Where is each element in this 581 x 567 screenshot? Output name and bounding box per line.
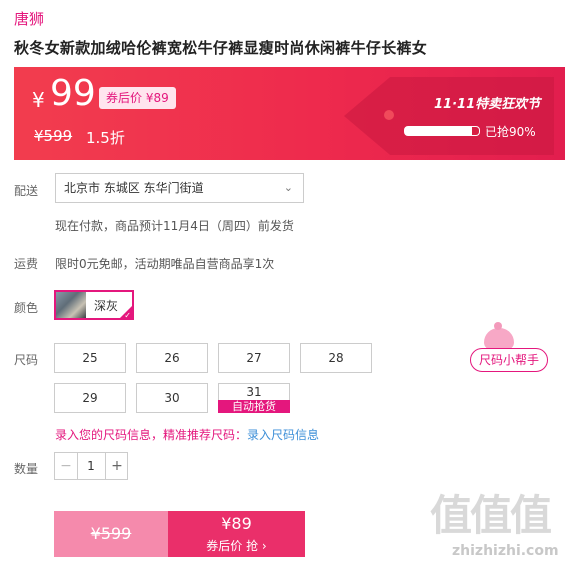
promo-title: 11·11特卖狂欢节 [434, 97, 541, 112]
coupon-price-badge: 券后价 ¥89 [99, 87, 176, 109]
buy-coupon-label: 券后价 抢 › [206, 539, 267, 553]
enter-size-link[interactable]: 录入尺码信息 [247, 428, 319, 442]
buy-original-price-button[interactable]: ¥599 [54, 511, 168, 557]
discount-label: 1.5折 [86, 129, 125, 147]
shipping-estimate: 现在付款，商品预计11月4日（周四）前发货 [55, 219, 294, 233]
watermark-logo: 值值值 [430, 491, 552, 540]
sold-progress-fill [405, 127, 472, 135]
quantity-input[interactable]: 1 [77, 453, 105, 479]
sold-progress-bar [404, 126, 480, 136]
size-option-29[interactable]: 29 [54, 383, 126, 413]
promo-tag-shape [344, 77, 554, 155]
decrease-button[interactable]: − [55, 453, 78, 479]
auto-restock-badge: 自动抢货 [218, 400, 290, 413]
check-icon: ✓ [124, 311, 131, 320]
mascot-icon [484, 322, 514, 350]
sold-progress-text: 已抢90% [485, 125, 536, 139]
watermark-url: zhizhizhi.com [452, 543, 559, 559]
size-option-25[interactable]: 25 [54, 343, 126, 373]
size-option-31[interactable]: 31 自动抢货 [218, 383, 290, 413]
size-option-27[interactable]: 27 [218, 343, 290, 373]
quantity-label: 数量 [14, 462, 39, 476]
product-title: 秋冬女新款加绒哈伦裤宽松牛仔裤显瘦时尚休闲裤牛仔长裤女 [14, 39, 428, 57]
buy-original-price: ¥599 [90, 524, 132, 543]
buy-with-coupon-button[interactable]: ¥89 券后价 抢 › [168, 511, 305, 557]
price-banner: ¥ 99 券后价 ¥89 ¥599 1.5折 11·11特卖狂欢节 已抢90% [14, 67, 565, 160]
chevron-down-icon: ⌄ [283, 181, 293, 194]
color-option-label: 深灰 [94, 299, 119, 313]
size-option-28[interactable]: 28 [300, 343, 372, 373]
color-label: 颜色 [14, 301, 39, 315]
address-value: 北京市 东城区 东华门街道 [64, 181, 204, 195]
color-thumbnail [56, 292, 86, 318]
buy-coupon-price: ¥89 [221, 514, 252, 533]
increase-button[interactable]: + [105, 453, 128, 479]
delivery-label: 配送 [14, 184, 39, 198]
original-price: ¥599 [34, 127, 73, 145]
size-label: 尺码 [14, 353, 39, 367]
size-hint: 录入您的尺码信息，精准推荐尺码：录入尺码信息 [55, 426, 319, 443]
color-option-dark-gray[interactable]: 深灰 ✓ [54, 290, 134, 320]
brand-link[interactable]: 唐狮 [14, 8, 44, 29]
current-price: 99 [50, 73, 96, 114]
promo-tag-hole [384, 110, 394, 120]
freight-label: 运费 [14, 257, 39, 271]
size-option-30[interactable]: 30 [136, 383, 208, 413]
size-option-26[interactable]: 26 [136, 343, 208, 373]
size-option-31-label: 31 [246, 385, 262, 399]
currency-symbol: ¥ [32, 88, 45, 112]
size-hint-text: 录入您的尺码信息，精准推荐尺码： [55, 428, 248, 442]
quantity-stepper: − 1 + [54, 452, 128, 480]
address-select[interactable]: 北京市 东城区 东华门街道 ⌄ [55, 173, 304, 203]
freight-text: 限时0元免邮，活动期唯品自营商品享1次 [55, 257, 275, 271]
size-helper-button[interactable]: 尺码小帮手 [470, 348, 548, 372]
